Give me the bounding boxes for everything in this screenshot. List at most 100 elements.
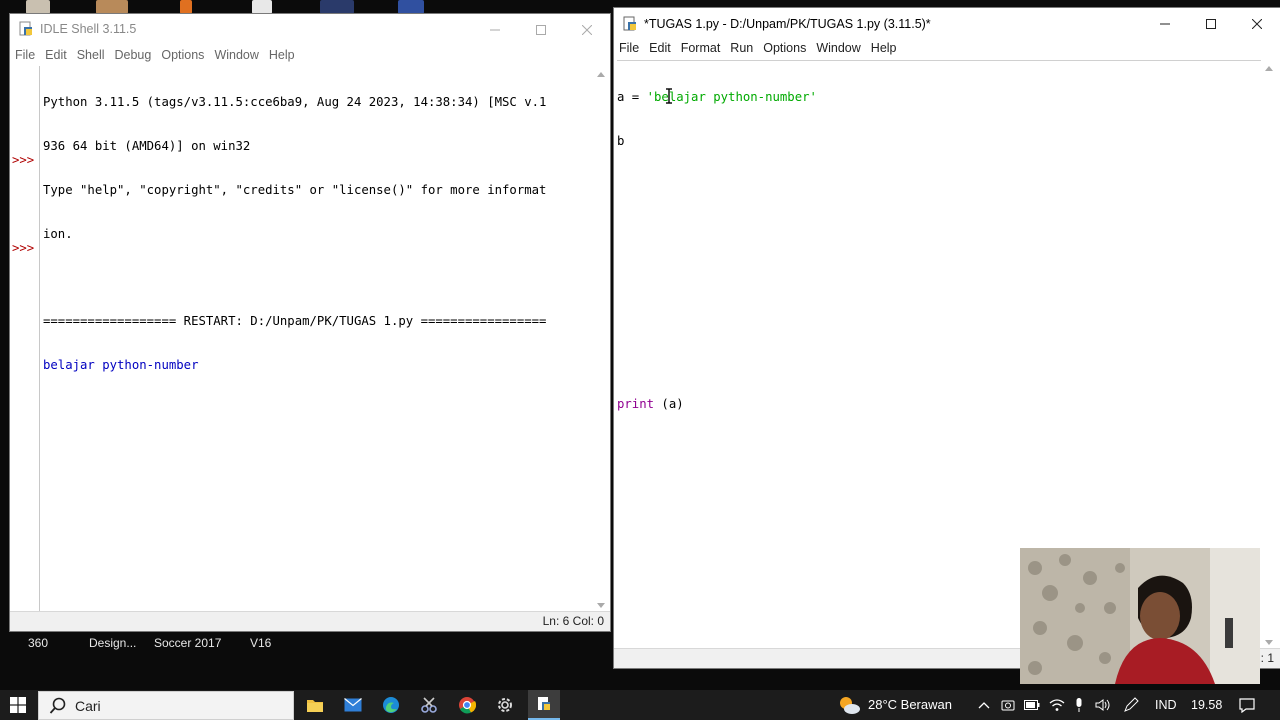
tray-app-button[interactable] [1022,690,1042,720]
shell-titlebar[interactable]: IDLE Shell 3.11.5 [10,14,610,44]
webcam-overlay [1020,548,1260,684]
menu-shell[interactable]: Shell [72,48,110,62]
webcam-feed-image [1020,548,1260,684]
shell-program-output: belajar python-number [43,357,199,372]
desktop-icon[interactable] [26,0,50,14]
menu-help[interactable]: Help [264,48,300,62]
desktop-label-soccer[interactable]: Soccer 2017 [154,636,221,650]
start-button[interactable] [0,690,36,720]
shell-banner-line: 936 64 bit (AMD64)] on win32 [43,138,251,153]
close-button[interactable] [1234,8,1280,40]
shell-blank-line [43,270,599,285]
shell-banner-line: Python 3.11.5 (tags/v3.11.5:cce6ba9, Aug… [43,95,547,110]
clock[interactable]: 19.58 [1191,690,1222,720]
shell-output-area[interactable]: Python 3.11.5 (tags/v3.11.5:cce6ba9, Aug… [43,66,599,624]
volume-button[interactable] [1092,690,1114,720]
weather-text[interactable]: 28°C Berawan [868,690,952,720]
menu-file[interactable]: File [614,41,644,55]
minimize-button[interactable] [1142,8,1188,40]
search-placeholder: Cari [75,697,101,714]
code-line-1: a = 'belajar python-number' [617,90,1262,105]
camera-icon [1001,700,1015,711]
pen-icon [1124,697,1139,712]
microphone-button[interactable] [1070,690,1088,720]
shell-prompt-gutter: >>> . >>> [10,66,40,624]
chrome-browser-icon [459,697,476,714]
edge-button[interactable] [376,690,406,720]
desktop-icon[interactable] [96,0,128,14]
mail-button[interactable] [338,690,368,720]
weather-widget[interactable] [834,690,864,720]
notification-icon [1239,697,1255,713]
desktop-label-v16[interactable]: V16 [250,636,271,650]
text-cursor-icon [666,88,672,104]
weather-partly-cloudy-icon [840,697,860,714]
shell-banner-line: Type "help", "copyright", "credits" or "… [43,182,547,197]
minimize-icon [1160,23,1170,25]
maximize-button[interactable] [1188,8,1234,40]
desktop-icon[interactable] [398,0,424,14]
shell-prompt: >>> [12,153,35,168]
idle-app-icon [18,21,34,37]
folder-icon [307,699,323,712]
shell-statusbar: Ln: 6 Col: 0 [10,611,610,631]
editor-titlebar[interactable]: *TUGAS 1.py - D:/Unpam/PK/TUGAS 1.py (3.… [614,8,1280,40]
close-button[interactable] [564,14,610,46]
chrome-button[interactable] [452,690,482,720]
menu-options[interactable]: Options [156,48,209,62]
menu-format[interactable]: Format [676,41,726,55]
menu-help[interactable]: Help [866,41,902,55]
shell-scrollbar[interactable] [593,66,610,611]
menu-debug[interactable]: Debug [110,48,157,62]
idle-app-icon [538,697,550,710]
scroll-up-icon[interactable] [1265,66,1273,71]
menu-run[interactable]: Run [725,41,758,55]
menu-window[interactable]: Window [209,48,263,62]
shell-menubar: File Edit Shell Debug Options Window Hel… [10,45,610,65]
notification-center-button[interactable] [1234,690,1260,720]
idle-taskbar-button[interactable] [528,690,560,720]
scroll-down-icon[interactable] [1265,640,1273,645]
input-language[interactable]: IND [1155,690,1177,720]
menu-file[interactable]: File [10,48,40,62]
microphone-icon [1076,698,1082,712]
tray-overflow-button[interactable] [974,690,994,720]
battery-icon [1024,700,1040,710]
taskbar: Cari 28°C Berawan IND 19.58 [0,690,1280,720]
desktop-label-design[interactable]: Design... [89,636,136,650]
speaker-icon [1095,699,1110,711]
shell-title: IDLE Shell 3.11.5 [40,22,137,36]
wifi-icon [1049,699,1065,711]
scroll-down-icon[interactable] [597,603,605,608]
shell-prompt: >>> [12,240,35,255]
menu-options[interactable]: Options [758,41,811,55]
editor-scrollbar[interactable] [1261,60,1278,648]
tray-app-button[interactable] [998,690,1018,720]
search-icon [49,697,66,714]
menu-edit[interactable]: Edit [644,41,676,55]
editor-window-controls [1142,8,1280,40]
idle-app-icon [622,16,638,32]
minimize-button[interactable] [472,14,518,46]
taskbar-search[interactable]: Cari [38,691,294,720]
shell-window-controls [472,14,610,46]
pen-button[interactable] [1120,690,1142,720]
desktop-icon[interactable] [180,0,192,14]
menu-edit[interactable]: Edit [40,48,72,62]
desktop-label-360[interactable]: 360 [28,636,48,650]
menu-window[interactable]: Window [811,41,865,55]
network-button[interactable] [1046,690,1068,720]
close-icon [1252,19,1262,29]
maximize-button[interactable] [518,14,564,46]
close-icon [582,25,592,35]
shell-restart-line: ================== RESTART: D:/Unpam/PK/… [43,314,547,329]
file-explorer-button[interactable] [300,690,330,720]
snipping-tool-button[interactable] [414,690,444,720]
code-builtin-print: print [617,396,655,411]
code-line-8: print (a) [617,397,1262,412]
desktop-icon[interactable] [252,0,272,14]
settings-app-button[interactable] [490,690,520,720]
maximize-icon [1206,19,1216,29]
scroll-up-icon[interactable] [597,72,605,77]
desktop-icon[interactable] [320,0,354,14]
